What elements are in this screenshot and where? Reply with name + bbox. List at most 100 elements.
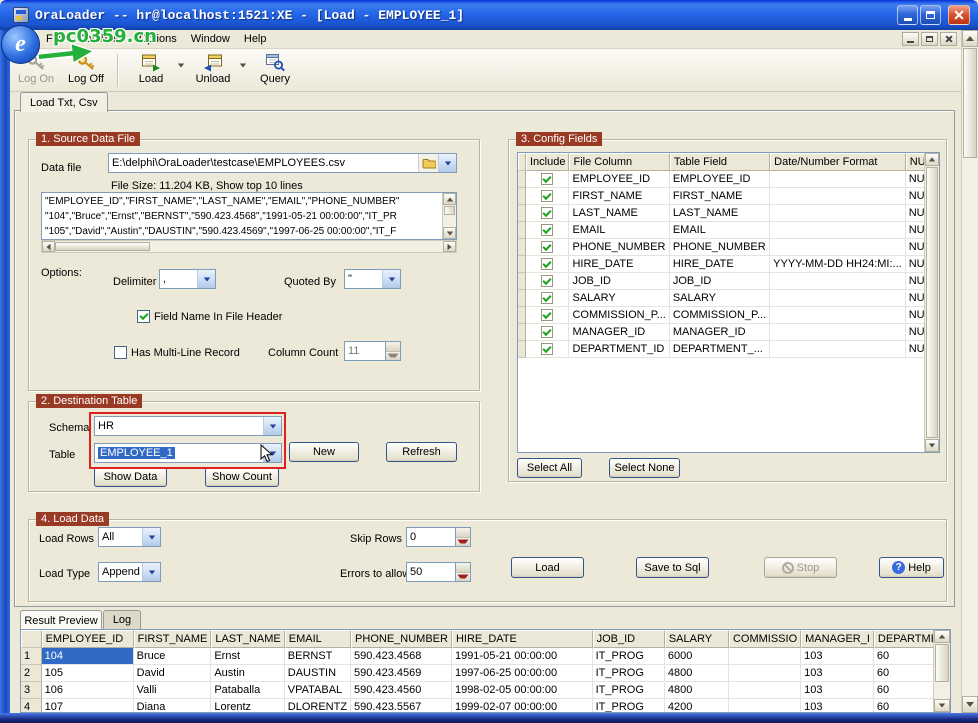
config-row[interactable]: HIRE_DATEHIRE_DATEYYYY-MM-DD HH24:MI:...… — [518, 256, 940, 273]
load-dropdown-button[interactable] — [175, 55, 187, 75]
mdi-restore-button[interactable] — [921, 32, 938, 46]
config-row[interactable]: PHONE_NUMBERPHONE_NUMBERNULL — [518, 239, 940, 256]
result-cell[interactable]: 105 — [42, 665, 134, 682]
spin-down-button[interactable] — [456, 538, 470, 547]
include-checkbox[interactable] — [541, 258, 553, 270]
load-type-dropdown-button[interactable] — [142, 563, 160, 581]
config-row[interactable]: COMMISSION_P...COMMISSION_P...NULL — [518, 307, 940, 324]
result-cell[interactable]: BERNST — [285, 648, 351, 665]
unload-toolbar-button[interactable]: Unload — [189, 52, 237, 89]
file-column-cell[interactable]: HIRE_DATE — [569, 256, 669, 273]
result-cell[interactable]: 1991-05-21 00:00:00 — [452, 648, 593, 665]
row-number-cell[interactable]: 4 — [21, 699, 42, 713]
spin-down-button[interactable] — [386, 352, 400, 361]
result-cell[interactable]: 590.423.4568 — [351, 648, 452, 665]
load-rows-dropdown-button[interactable] — [142, 528, 160, 546]
errors-to-allow-spinner[interactable]: 50 — [406, 562, 471, 582]
result-cell[interactable]: Ernst — [211, 648, 284, 665]
file-column-cell[interactable]: MANAGER_ID — [569, 324, 669, 341]
file-column-cell[interactable]: LAST_NAME — [569, 205, 669, 222]
window-vscrollbar[interactable] — [961, 30, 978, 713]
config-row[interactable]: MANAGER_IDMANAGER_IDNULL — [518, 324, 940, 341]
result-cell[interactable]: IT_PROG — [593, 665, 665, 682]
scroll-right-button[interactable] — [443, 241, 456, 252]
format-cell[interactable] — [770, 307, 906, 324]
scroll-up-button[interactable] — [962, 30, 978, 47]
include-checkbox[interactable] — [541, 241, 553, 253]
maximize-button[interactable] — [920, 5, 941, 25]
result-column-header[interactable]: JOB_ID — [593, 630, 665, 648]
table-field-cell[interactable]: LAST_NAME — [670, 205, 770, 222]
format-cell[interactable] — [770, 273, 906, 290]
result-cell[interactable]: Diana — [134, 699, 212, 713]
file-column-cell[interactable]: JOB_ID — [569, 273, 669, 290]
load-rows-combo[interactable]: All — [98, 527, 161, 547]
result-column-header[interactable]: EMAIL — [285, 630, 351, 648]
result-cell[interactable]: VPATABAL — [285, 682, 351, 699]
result-cell[interactable]: IT_PROG — [593, 648, 665, 665]
result-cell[interactable]: 4200 — [665, 699, 729, 713]
result-cell[interactable]: DLORENTZ — [285, 699, 351, 713]
browse-folder-button[interactable] — [418, 154, 438, 172]
row-number-cell[interactable]: 1 — [21, 648, 42, 665]
result-cell[interactable]: DAUSTIN — [285, 665, 351, 682]
format-cell[interactable] — [770, 324, 906, 341]
table-field-cell[interactable]: JOB_ID — [670, 273, 770, 290]
data-file-dropdown-button[interactable] — [438, 154, 456, 172]
config-column-header[interactable]: Date/Number Format — [770, 153, 906, 171]
scroll-up-button[interactable] — [925, 153, 939, 166]
row-number-cell[interactable]: 2 — [21, 665, 42, 682]
result-column-header[interactable]: COMMISSIO — [729, 630, 801, 648]
csv-preview-vscrollbar[interactable] — [442, 193, 456, 239]
result-cell[interactable] — [729, 699, 801, 713]
save-to-sql-button[interactable]: Save to Sql — [636, 557, 709, 578]
scrollbar-thumb[interactable] — [444, 206, 455, 215]
load-button[interactable]: Load — [511, 557, 584, 578]
file-column-cell[interactable]: DEPARTMENT_ID — [569, 341, 669, 358]
include-checkbox[interactable] — [541, 173, 553, 185]
show-data-button[interactable]: Show Data — [94, 467, 167, 487]
format-cell[interactable] — [770, 171, 906, 188]
config-fields-grid[interactable]: IncludeFile ColumnTable FieldDate/Number… — [517, 152, 940, 453]
include-checkbox[interactable] — [541, 190, 553, 202]
format-cell[interactable] — [770, 222, 906, 239]
table-field-cell[interactable]: HIRE_DATE — [670, 256, 770, 273]
load-toolbar-button[interactable]: Load — [127, 52, 175, 89]
result-cell[interactable]: 4800 — [665, 682, 729, 699]
result-column-header[interactable]: HIRE_DATE — [452, 630, 593, 648]
menu-window[interactable]: Window — [184, 31, 237, 47]
table-field-cell[interactable]: EMPLOYEE_ID — [670, 171, 770, 188]
spin-down-button[interactable] — [456, 573, 470, 582]
config-row[interactable]: EMPLOYEE_IDEMPLOYEE_IDNULL — [518, 171, 940, 188]
config-row[interactable]: EMAILEMAILNULL — [518, 222, 940, 239]
result-cell[interactable]: Austin — [211, 665, 284, 682]
table-field-cell[interactable]: MANAGER_ID — [670, 324, 770, 341]
result-cell[interactable]: Pataballa — [211, 682, 284, 699]
result-cell[interactable]: 103 — [801, 699, 874, 713]
unload-dropdown-button[interactable] — [237, 55, 249, 75]
table-field-cell[interactable]: SALARY — [670, 290, 770, 307]
spin-up-button[interactable] — [456, 528, 470, 538]
result-preview-grid[interactable]: EMPLOYEE_IDFIRST_NAMELAST_NAMEEMAILPHONE… — [20, 629, 951, 713]
row-number-cell[interactable]: 3 — [21, 682, 42, 699]
result-cell[interactable]: 4800 — [665, 665, 729, 682]
mdi-close-button[interactable] — [940, 32, 957, 46]
load-type-combo[interactable]: Append — [98, 562, 161, 582]
result-column-header[interactable]: SALARY — [665, 630, 729, 648]
file-column-cell[interactable]: PHONE_NUMBER — [569, 239, 669, 256]
scroll-up-button[interactable] — [443, 193, 456, 205]
include-checkbox[interactable] — [541, 309, 553, 321]
file-column-cell[interactable]: FIRST_NAME — [569, 188, 669, 205]
config-row[interactable]: DEPARTMENT_IDDEPARTMENT_...NULL — [518, 341, 940, 358]
result-cell[interactable]: 590.423.4560 — [351, 682, 452, 699]
result-column-header[interactable] — [21, 630, 42, 648]
result-cell[interactable]: 1998-02-05 00:00:00 — [452, 682, 593, 699]
result-grid-vscrollbar[interactable] — [933, 630, 950, 712]
show-count-button[interactable]: Show Count — [205, 467, 279, 487]
result-cell[interactable]: 103 — [801, 682, 874, 699]
result-cell[interactable]: IT_PROG — [593, 682, 665, 699]
result-cell[interactable]: 103 — [801, 665, 874, 682]
spin-up-button[interactable] — [456, 563, 470, 573]
result-column-header[interactable]: FIRST_NAME — [134, 630, 212, 648]
scrollbar-thumb[interactable] — [935, 644, 949, 682]
